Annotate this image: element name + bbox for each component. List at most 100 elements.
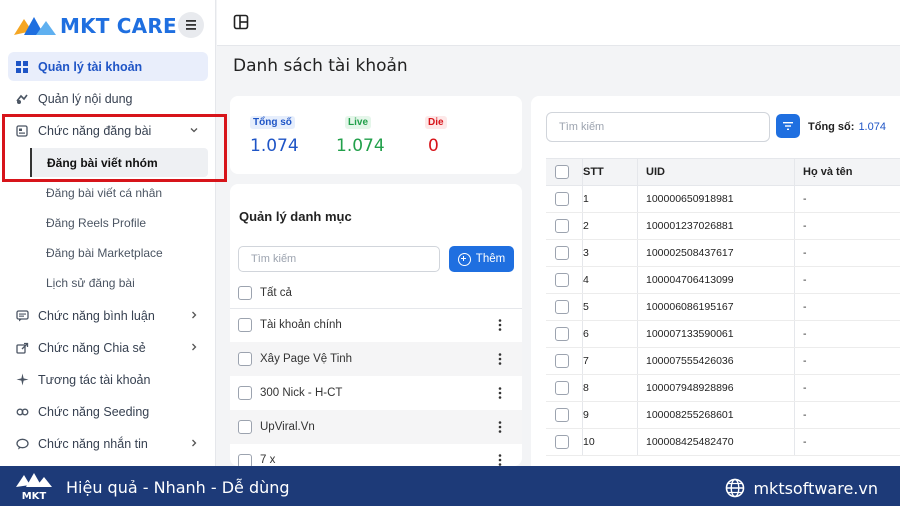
sidebar: MKT CARE Quản lý tài khoản Quản lý nội d… bbox=[0, 0, 216, 466]
column-divider bbox=[637, 375, 638, 401]
sidebar-item-messaging-function[interactable]: Chức năng nhắn tin bbox=[8, 429, 208, 458]
kebab-menu-icon[interactable] bbox=[498, 421, 502, 433]
cell-stt: 1 bbox=[583, 193, 589, 205]
stat-live-value: 1.074 bbox=[336, 136, 385, 156]
cell-stt: 2 bbox=[583, 220, 589, 232]
column-divider bbox=[794, 213, 795, 239]
column-divider bbox=[794, 375, 795, 401]
checkbox[interactable] bbox=[555, 192, 569, 206]
menu-toggle-button[interactable] bbox=[178, 12, 204, 38]
sidebar-item-label: Chức năng Chia sẻ bbox=[38, 340, 146, 355]
column-header-name[interactable]: Họ và tên bbox=[803, 159, 853, 185]
plus-circle-icon bbox=[457, 252, 471, 266]
kebab-menu-icon[interactable] bbox=[498, 454, 502, 466]
row-checkbox-cell bbox=[555, 213, 577, 239]
cell-name: - bbox=[803, 436, 807, 448]
category-item[interactable]: Xây Page Vệ Tinh bbox=[230, 342, 522, 376]
column-header-uid[interactable]: UID bbox=[646, 159, 665, 185]
sidebar-item-share-function[interactable]: Chức năng Chia sẻ bbox=[8, 333, 208, 362]
stat-total-label: Tổng số bbox=[250, 116, 295, 129]
checkbox[interactable] bbox=[238, 352, 252, 366]
column-header-stt[interactable]: STT bbox=[583, 159, 604, 185]
checkbox[interactable] bbox=[238, 454, 252, 466]
mkt-footer-logo: MKT bbox=[16, 473, 52, 501]
table-row[interactable]: 8 100007948928896 - bbox=[546, 375, 900, 402]
category-item[interactable]: 300 Nick - H-CT bbox=[230, 376, 522, 410]
column-divider bbox=[794, 267, 795, 293]
stat-live-label: Live bbox=[345, 116, 372, 129]
table-row[interactable]: 10 100008425482470 - bbox=[546, 429, 900, 456]
column-divider bbox=[794, 159, 795, 185]
category-item-label: UpViral.Vn bbox=[260, 421, 315, 433]
sidebar-item-content-management[interactable]: Quản lý nội dung bbox=[8, 84, 208, 113]
sidebar-item-account-interaction[interactable]: Tương tác tài khoản bbox=[8, 365, 208, 394]
subitem-marketplace[interactable]: Đăng bài Marketplace bbox=[8, 238, 208, 267]
checkbox[interactable] bbox=[238, 286, 252, 300]
content-icon bbox=[14, 91, 30, 107]
cell-name: - bbox=[803, 274, 807, 286]
layout-panel-icon[interactable] bbox=[233, 14, 249, 30]
sidebar-item-label: Tương tác tài khoản bbox=[38, 372, 151, 387]
checkbox[interactable] bbox=[555, 435, 569, 449]
table-row[interactable]: 9 100008255268601 - bbox=[546, 402, 900, 429]
category-search-input[interactable]: Tìm kiếm bbox=[238, 246, 440, 272]
sidebar-item-account-management[interactable]: Quản lý tài khoản bbox=[8, 52, 208, 81]
stats-card: Tổng số 1.074 Live 1.074 Die 0 bbox=[230, 96, 522, 174]
category-all-label: Tất cả bbox=[260, 287, 292, 299]
checkbox[interactable] bbox=[555, 300, 569, 314]
checkbox[interactable] bbox=[555, 381, 569, 395]
checkbox[interactable] bbox=[555, 408, 569, 422]
column-divider bbox=[637, 213, 638, 239]
checkbox[interactable] bbox=[238, 318, 252, 332]
cell-name: - bbox=[803, 409, 807, 421]
cell-stt: 7 bbox=[583, 355, 589, 367]
table-row[interactable]: 3 100002508437617 - bbox=[546, 240, 900, 267]
table-row[interactable]: 2 100001237026881 - bbox=[546, 213, 900, 240]
checkbox[interactable] bbox=[555, 273, 569, 287]
globe-icon bbox=[726, 478, 745, 498]
cell-stt: 4 bbox=[583, 274, 589, 286]
subitem-reels-profile[interactable]: Đăng Reels Profile bbox=[8, 208, 208, 237]
table-row[interactable]: 7 100007555426036 - bbox=[546, 348, 900, 375]
add-button-label: Thêm bbox=[475, 253, 506, 265]
account-search-input[interactable]: Tìm kiếm bbox=[546, 112, 770, 142]
mkt-logo-icon bbox=[14, 17, 56, 35]
checkbox[interactable] bbox=[238, 386, 252, 400]
chat-icon bbox=[14, 436, 30, 452]
table-row[interactable]: 1 100000650918981 - bbox=[546, 186, 900, 213]
column-divider bbox=[637, 267, 638, 293]
category-item-label: 7 x bbox=[260, 454, 276, 466]
table-row[interactable]: 4 100004706413099 - bbox=[546, 267, 900, 294]
kebab-menu-icon[interactable] bbox=[498, 353, 502, 365]
cell-uid: 100007133590061 bbox=[646, 328, 734, 340]
category-title: Quản lý danh mục bbox=[239, 209, 352, 224]
sidebar-item-label: Chức năng Seeding bbox=[38, 404, 150, 419]
checkbox[interactable] bbox=[238, 420, 252, 434]
kebab-menu-icon[interactable] bbox=[498, 387, 502, 399]
category-item[interactable]: Tài khoản chính bbox=[230, 308, 522, 342]
kebab-menu-icon[interactable] bbox=[498, 319, 502, 331]
subitem-post-history[interactable]: Lịch sử đăng bài bbox=[8, 268, 208, 297]
checkbox[interactable] bbox=[555, 246, 569, 260]
checkbox[interactable] bbox=[555, 354, 569, 368]
sidebar-item-seeding-function[interactable]: Chức năng Seeding bbox=[8, 397, 208, 426]
column-divider bbox=[637, 159, 638, 185]
category-all-row[interactable]: Tất cả bbox=[230, 276, 522, 310]
checkbox[interactable] bbox=[555, 165, 569, 179]
sidebar-item-comment-function[interactable]: Chức năng bình luận bbox=[8, 301, 208, 330]
add-category-button[interactable]: Thêm bbox=[449, 246, 514, 272]
seeding-icon bbox=[14, 404, 30, 420]
category-item[interactable]: 7 x bbox=[230, 444, 522, 466]
checkbox[interactable] bbox=[555, 219, 569, 233]
checkbox[interactable] bbox=[555, 327, 569, 341]
chevron-right-icon bbox=[192, 311, 197, 319]
row-checkbox-cell bbox=[555, 294, 577, 320]
table-row[interactable]: 6 100007133590061 - bbox=[546, 321, 900, 348]
category-item[interactable]: UpViral.Vn bbox=[230, 410, 522, 444]
table-row[interactable]: 5 100006086195167 - bbox=[546, 294, 900, 321]
filter-button[interactable] bbox=[776, 114, 800, 138]
brand-logo[interactable]: MKT CARE bbox=[12, 10, 177, 42]
subitem-personal-post[interactable]: Đăng bài viết cá nhân bbox=[8, 178, 208, 207]
footer-website[interactable]: mktsoftware.vn bbox=[725, 478, 878, 498]
column-divider bbox=[637, 348, 638, 374]
